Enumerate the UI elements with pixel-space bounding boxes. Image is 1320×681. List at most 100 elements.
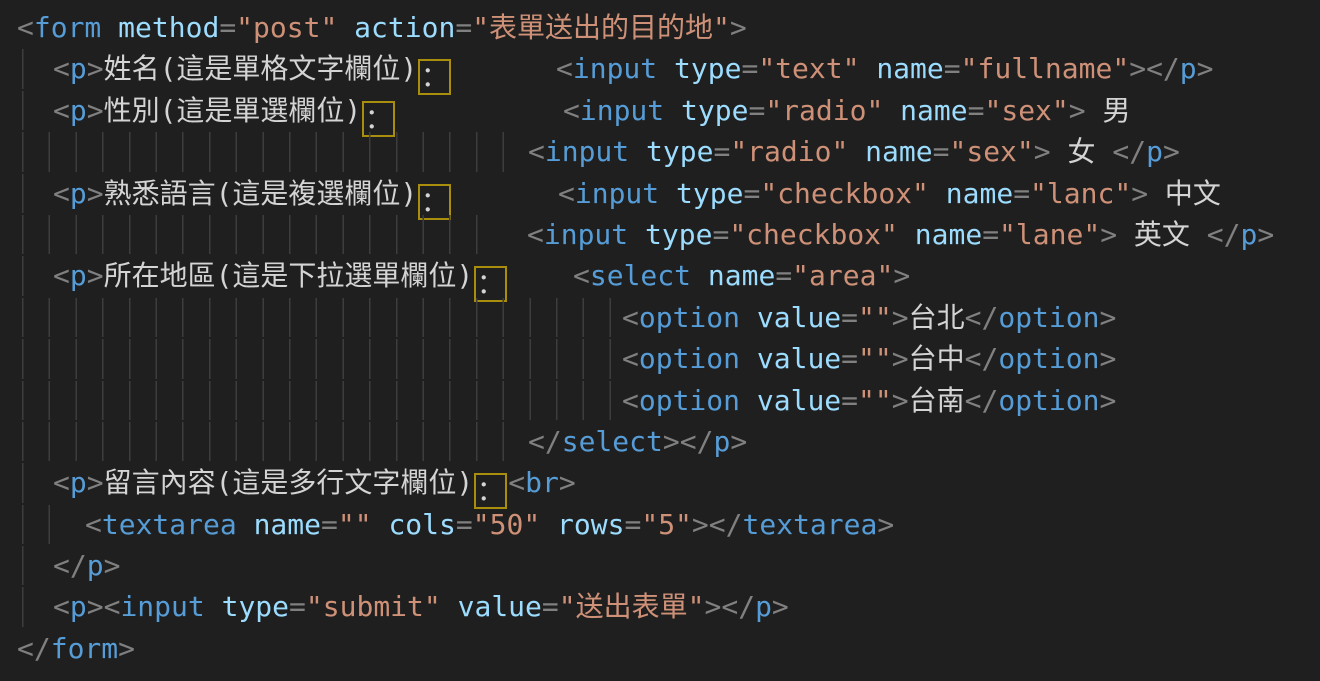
code-token: 台中 <box>909 342 965 375</box>
code-token: > <box>1163 135 1180 168</box>
code-line: <option value="">台南</option> <box>0 380 1320 421</box>
code-line: <p>姓名(這是單格文字欄位)：<input type="text" name=… <box>0 48 1320 89</box>
code-token: > <box>1100 301 1117 334</box>
code-token: "post" <box>236 11 337 44</box>
code-token: "表單送出的目的地" <box>472 11 730 44</box>
indent-guide <box>22 174 24 213</box>
code-token: select <box>590 259 691 292</box>
code-segment: <textarea name="" cols="50" rows="5"></t… <box>85 504 894 545</box>
code-line: <p>性別(這是單選欄位)：<input type="radio" name="… <box>0 90 1320 131</box>
code-line: <option value="">台北</option> <box>0 297 1320 338</box>
code-token: < <box>53 94 70 127</box>
indent-guide <box>22 463 24 502</box>
code-token: > <box>1100 218 1117 251</box>
code-token: > <box>87 259 104 292</box>
code-editor-viewport[interactable]: <form method="post" action="表單送出的目的地"><p… <box>0 0 1320 681</box>
code-token: "checkbox" <box>729 218 898 251</box>
code-token: name <box>883 94 967 127</box>
code-token: name <box>237 508 321 541</box>
code-token: type <box>628 218 712 251</box>
code-token: > <box>730 11 747 44</box>
code-token: p <box>713 425 730 458</box>
code-token: p <box>755 590 772 623</box>
code-token: input <box>545 135 629 168</box>
indent-guide <box>22 132 514 171</box>
code-token: > <box>87 94 104 127</box>
code-token: = <box>743 177 760 210</box>
code-token: "" <box>338 508 372 541</box>
code-token: < <box>53 590 70 623</box>
code-token: select <box>562 425 663 458</box>
code-line: <input type="checkbox" name="lane"> 英文 <… <box>0 214 1320 255</box>
code-segment: <input type="radio" name="sex"> 女 </p> <box>528 131 1180 172</box>
code-token: p <box>70 590 87 623</box>
code-token: > <box>1069 94 1086 127</box>
code-token: </ <box>53 549 87 582</box>
code-segment: <option value="">台中</option> <box>622 338 1116 379</box>
code-token: < <box>53 52 70 85</box>
code-token: 男 <box>1086 94 1131 127</box>
code-line: </p> <box>0 545 1320 586</box>
code-token: textarea <box>102 508 237 541</box>
code-token: = <box>933 135 950 168</box>
code-line: </select></p> <box>0 421 1320 462</box>
code-segment: <p>所在地區(這是下拉選單欄位)： <box>53 255 508 302</box>
code-token: < <box>17 11 34 44</box>
code-token: > <box>892 384 909 417</box>
code-token: </ <box>17 632 51 665</box>
code-token: "" <box>858 342 892 375</box>
code-token: 所在地區(這是下拉選單欄位) <box>104 259 474 292</box>
code-token: option <box>998 384 1099 417</box>
code-token: type <box>629 135 713 168</box>
code-line: <input type="radio" name="sex"> 女 </p> <box>0 131 1320 172</box>
code-token: p <box>70 466 87 499</box>
code-token: > <box>877 508 894 541</box>
code-token: name <box>898 218 982 251</box>
code-token: = <box>542 590 559 623</box>
code-token: p <box>1241 218 1258 251</box>
code-token: p <box>70 52 87 85</box>
code-token: > <box>663 425 680 458</box>
code-token: "area" <box>792 259 893 292</box>
code-token: < <box>104 590 121 623</box>
code-token: method <box>101 11 219 44</box>
code-line: <textarea name="" cols="50" rows="5"></t… <box>0 504 1320 545</box>
code-token: value <box>740 342 841 375</box>
indent-guide <box>22 215 489 254</box>
code-token: 台北 <box>909 301 965 334</box>
code-token: = <box>982 218 999 251</box>
code-segment: <form method="post" action="表單送出的目的地"> <box>17 7 747 48</box>
code-token: "text" <box>758 52 859 85</box>
code-token: p <box>70 259 87 292</box>
code-token: = <box>741 52 758 85</box>
code-editor[interactable]: <form method="post" action="表單送出的目的地"><p… <box>0 7 1320 669</box>
indent-guide <box>22 339 623 378</box>
code-segment: <select name="area"> <box>573 255 910 296</box>
code-token: < <box>558 177 575 210</box>
code-token: textarea <box>743 508 878 541</box>
code-token: p <box>87 549 104 582</box>
code-token: p <box>70 177 87 210</box>
code-token: > <box>692 508 709 541</box>
code-token: "lanc" <box>1030 177 1131 210</box>
code-segment: <p>性別(這是單選欄位)： <box>53 90 396 137</box>
code-token: < <box>556 52 573 85</box>
code-token: "送出表單" <box>559 590 705 623</box>
indent-guide <box>22 256 24 295</box>
code-token: > <box>1129 52 1146 85</box>
code-token: 性別(這是單選欄位) <box>104 94 362 127</box>
code-segment: <input type="text" name="fullname"></p> <box>556 48 1214 89</box>
code-token: < <box>527 218 544 251</box>
code-token: </ <box>1112 135 1146 168</box>
code-token: 熟悉語言(這是複選欄位) <box>104 177 418 210</box>
code-token: </ <box>965 342 999 375</box>
code-token: action <box>337 11 455 44</box>
code-segment: <option value="">台北</option> <box>622 297 1116 338</box>
code-token: "submit" <box>306 590 441 623</box>
code-token: = <box>968 94 985 127</box>
code-token: > <box>118 632 135 665</box>
code-token: = <box>289 590 306 623</box>
code-token: < <box>622 342 639 375</box>
code-token: value <box>441 590 542 623</box>
code-token: > <box>893 259 910 292</box>
